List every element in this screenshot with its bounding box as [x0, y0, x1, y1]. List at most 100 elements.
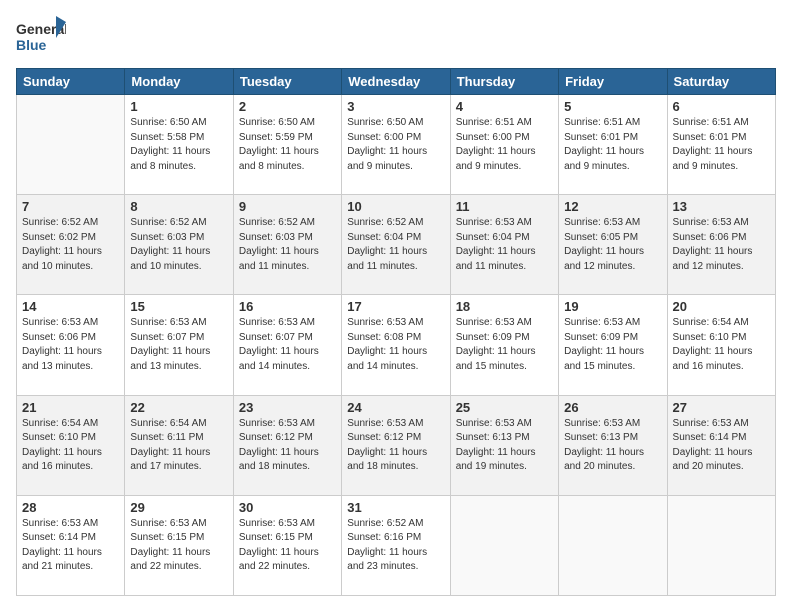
day-info: Sunrise: 6:54 AM Sunset: 6:10 PM Dayligh… [22, 417, 119, 475]
calendar-table: SundayMondayTuesdayWednesdayThursdayFrid… [16, 68, 776, 596]
day-info: Sunrise: 6:53 AM Sunset: 6:06 PM Dayligh… [22, 316, 119, 374]
weekday-header-wednesday: Wednesday [342, 69, 450, 95]
day-number: 3 [347, 99, 444, 114]
calendar-cell: 11 Sunrise: 6:53 AM Sunset: 6:04 PM Dayli… [450, 195, 558, 295]
day-info: Sunrise: 6:52 AM Sunset: 6:02 PM Dayligh… [22, 216, 119, 274]
day-number: 2 [239, 99, 336, 114]
calendar-cell: 24 Sunrise: 6:53 AM Sunset: 6:12 PM Dayli… [342, 395, 450, 495]
weekday-header-monday: Monday [125, 69, 233, 95]
week-row-5: 28 Sunrise: 6:53 AM Sunset: 6:14 PM Dayli… [17, 495, 776, 595]
day-number: 6 [673, 99, 770, 114]
day-number: 1 [130, 99, 227, 114]
weekday-header-thursday: Thursday [450, 69, 558, 95]
weekday-header-row: SundayMondayTuesdayWednesdayThursdayFrid… [17, 69, 776, 95]
day-info: Sunrise: 6:51 AM Sunset: 6:01 PM Dayligh… [673, 116, 770, 174]
calendar-cell: 28 Sunrise: 6:53 AM Sunset: 6:14 PM Dayli… [17, 495, 125, 595]
calendar-cell: 22Sunrise: 6:54 AM Sunset: 6:11 PM Dayli… [125, 395, 233, 495]
calendar-cell: 29 Sunrise: 6:53 AM Sunset: 6:15 PM Dayli… [125, 495, 233, 595]
day-number: 16 [239, 299, 336, 314]
calendar-cell: 16 Sunrise: 6:53 AM Sunset: 6:07 PM Dayli… [233, 295, 341, 395]
day-number: 13 [673, 199, 770, 214]
calendar-cell: 31 Sunrise: 6:52 AM Sunset: 6:16 PM Dayli… [342, 495, 450, 595]
day-number: 31 [347, 500, 444, 515]
day-number: 5 [564, 99, 661, 114]
day-number: 29 [130, 500, 227, 515]
calendar-cell: 23 Sunrise: 6:53 AM Sunset: 6:12 PM Dayli… [233, 395, 341, 495]
day-info: Sunrise: 6:51 AM Sunset: 6:01 PM Dayligh… [564, 116, 661, 174]
calendar-cell: 2 Sunrise: 6:50 AM Sunset: 5:59 PM Daylig… [233, 95, 341, 195]
calendar-cell: 15 Sunrise: 6:53 AM Sunset: 6:07 PM Dayli… [125, 295, 233, 395]
day-info: Sunrise: 6:53 AM Sunset: 6:07 PM Dayligh… [130, 316, 227, 374]
calendar-cell [559, 495, 667, 595]
day-info: Sunrise: 6:53 AM Sunset: 6:06 PM Dayligh… [673, 216, 770, 274]
day-number: 11 [456, 199, 553, 214]
day-info: Sunrise: 6:52 AM Sunset: 6:16 PM Dayligh… [347, 517, 444, 575]
week-row-1: 1 Sunrise: 6:50 AM Sunset: 5:58 PM Daylig… [17, 95, 776, 195]
day-info: Sunrise: 6:53 AM Sunset: 6:14 PM Dayligh… [22, 517, 119, 575]
calendar-cell: 6 Sunrise: 6:51 AM Sunset: 6:01 PM Daylig… [667, 95, 775, 195]
day-number: 26 [564, 400, 661, 415]
day-number: 4 [456, 99, 553, 114]
day-number: 21 [22, 400, 119, 415]
day-info: Sunrise: 6:53 AM Sunset: 6:08 PM Dayligh… [347, 316, 444, 374]
calendar-cell: 13 Sunrise: 6:53 AM Sunset: 6:06 PM Dayli… [667, 195, 775, 295]
day-number: 7 [22, 199, 119, 214]
day-info: Sunrise: 6:53 AM Sunset: 6:12 PM Dayligh… [239, 417, 336, 475]
day-info: Sunrise: 6:52 AM Sunset: 6:03 PM Dayligh… [130, 216, 227, 274]
calendar-cell: 19Sunrise: 6:53 AM Sunset: 6:09 PM Dayli… [559, 295, 667, 395]
day-number: 14 [22, 299, 119, 314]
calendar-cell: 10 Sunrise: 6:52 AM Sunset: 6:04 PM Dayli… [342, 195, 450, 295]
day-number: 10 [347, 199, 444, 214]
day-number: 18 [456, 299, 553, 314]
week-row-2: 7 Sunrise: 6:52 AM Sunset: 6:02 PM Daylig… [17, 195, 776, 295]
calendar-cell: 5 Sunrise: 6:51 AM Sunset: 6:01 PM Daylig… [559, 95, 667, 195]
calendar-cell: 4 Sunrise: 6:51 AM Sunset: 6:00 PM Daylig… [450, 95, 558, 195]
logo: GeneralBlue [16, 16, 66, 58]
calendar-cell: 3Sunrise: 6:50 AM Sunset: 6:00 PM Daylig… [342, 95, 450, 195]
weekday-header-saturday: Saturday [667, 69, 775, 95]
day-info: Sunrise: 6:53 AM Sunset: 6:12 PM Dayligh… [347, 417, 444, 475]
svg-text:Blue: Blue [16, 37, 47, 53]
day-info: Sunrise: 6:51 AM Sunset: 6:00 PM Dayligh… [456, 116, 553, 174]
day-info: Sunrise: 6:53 AM Sunset: 6:13 PM Dayligh… [456, 417, 553, 475]
day-info: Sunrise: 6:53 AM Sunset: 6:15 PM Dayligh… [130, 517, 227, 575]
calendar-cell: 30 Sunrise: 6:53 AM Sunset: 6:15 PM Dayli… [233, 495, 341, 595]
day-info: Sunrise: 6:53 AM Sunset: 6:14 PM Dayligh… [673, 417, 770, 475]
day-number: 20 [673, 299, 770, 314]
calendar-cell: 1 Sunrise: 6:50 AM Sunset: 5:58 PM Daylig… [125, 95, 233, 195]
calendar-cell: 27 Sunrise: 6:53 AM Sunset: 6:14 PM Dayli… [667, 395, 775, 495]
day-info: Sunrise: 6:53 AM Sunset: 6:09 PM Dayligh… [564, 316, 661, 374]
day-number: 17 [347, 299, 444, 314]
day-number: 24 [347, 400, 444, 415]
day-info: Sunrise: 6:54 AM Sunset: 6:11 PM Dayligh… [130, 417, 227, 475]
calendar-cell [450, 495, 558, 595]
calendar-cell: 18 Sunrise: 6:53 AM Sunset: 6:09 PM Dayli… [450, 295, 558, 395]
day-info: Sunrise: 6:54 AM Sunset: 6:10 PM Dayligh… [673, 316, 770, 374]
day-number: 12 [564, 199, 661, 214]
day-number: 23 [239, 400, 336, 415]
day-number: 27 [673, 400, 770, 415]
day-number: 30 [239, 500, 336, 515]
weekday-header-tuesday: Tuesday [233, 69, 341, 95]
calendar-cell: 26Sunrise: 6:53 AM Sunset: 6:13 PM Dayli… [559, 395, 667, 495]
day-number: 8 [130, 199, 227, 214]
day-info: Sunrise: 6:53 AM Sunset: 6:04 PM Dayligh… [456, 216, 553, 274]
calendar-cell: 14 Sunrise: 6:53 AM Sunset: 6:06 PM Dayli… [17, 295, 125, 395]
day-info: Sunrise: 6:53 AM Sunset: 6:05 PM Dayligh… [564, 216, 661, 274]
day-info: Sunrise: 6:52 AM Sunset: 6:03 PM Dayligh… [239, 216, 336, 274]
day-info: Sunrise: 6:53 AM Sunset: 6:09 PM Dayligh… [456, 316, 553, 374]
weekday-header-friday: Friday [559, 69, 667, 95]
calendar-cell: 25Sunrise: 6:53 AM Sunset: 6:13 PM Dayli… [450, 395, 558, 495]
logo-svg: GeneralBlue [16, 16, 66, 58]
day-info: Sunrise: 6:53 AM Sunset: 6:15 PM Dayligh… [239, 517, 336, 575]
day-info: Sunrise: 6:52 AM Sunset: 6:04 PM Dayligh… [347, 216, 444, 274]
calendar-cell: 20 Sunrise: 6:54 AM Sunset: 6:10 PM Dayli… [667, 295, 775, 395]
calendar-cell: 21 Sunrise: 6:54 AM Sunset: 6:10 PM Dayli… [17, 395, 125, 495]
page-header: GeneralBlue [16, 16, 776, 58]
day-number: 28 [22, 500, 119, 515]
day-info: Sunrise: 6:50 AM Sunset: 5:58 PM Dayligh… [130, 116, 227, 174]
day-number: 9 [239, 199, 336, 214]
day-number: 15 [130, 299, 227, 314]
day-info: Sunrise: 6:50 AM Sunset: 5:59 PM Dayligh… [239, 116, 336, 174]
day-info: Sunrise: 6:53 AM Sunset: 6:07 PM Dayligh… [239, 316, 336, 374]
